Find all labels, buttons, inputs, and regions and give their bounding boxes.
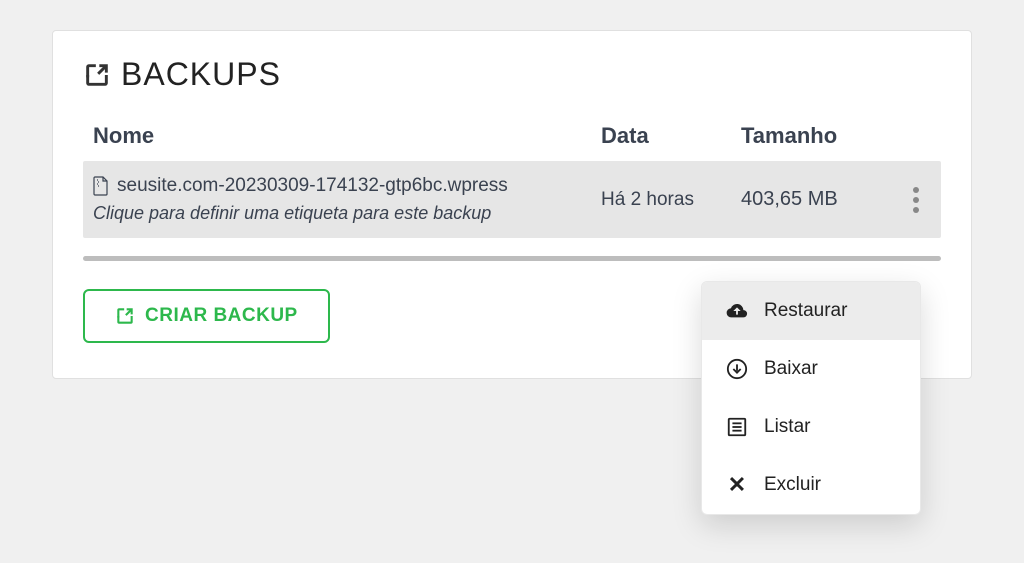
column-size: Tamanho — [741, 123, 901, 149]
backups-card: BACKUPS Nome Data Tamanho seusite.com-20… — [52, 30, 972, 379]
dropdown-restore-label: Restaurar — [764, 300, 847, 322]
dropdown-download-label: Baixar — [764, 358, 818, 380]
cell-size: 403,65 MB — [741, 188, 901, 211]
download-circle-icon — [726, 358, 748, 380]
cell-actions — [901, 183, 931, 217]
file-label-hint[interactable]: Clique para definir uma etiqueta para es… — [93, 203, 601, 224]
column-name: Nome — [93, 123, 601, 149]
table-row[interactable]: seusite.com-20230309-174132-gtp6bc.wpres… — [83, 161, 941, 238]
dropdown-restore[interactable]: Restaurar — [702, 282, 920, 340]
export-icon — [115, 306, 135, 326]
page-title: BACKUPS — [121, 56, 281, 93]
list-icon — [726, 416, 748, 438]
column-actions — [901, 123, 931, 149]
file-name: seusite.com-20230309-174132-gtp6bc.wpres… — [117, 175, 508, 197]
table-divider — [83, 256, 941, 261]
column-date: Data — [601, 123, 741, 149]
cell-date: Há 2 horas — [601, 189, 741, 211]
backups-table: Nome Data Tamanho seusite.com-20230309-1… — [83, 123, 941, 261]
dropdown-delete-label: Excluir — [764, 474, 821, 496]
dropdown-list[interactable]: Listar — [702, 398, 920, 456]
close-icon: ✕ — [726, 474, 748, 496]
cloud-upload-icon — [726, 300, 748, 322]
export-icon — [83, 61, 111, 89]
row-actions-menu-button[interactable] — [909, 183, 923, 217]
table-header: Nome Data Tamanho — [83, 123, 941, 161]
cell-name: seusite.com-20230309-174132-gtp6bc.wpres… — [93, 175, 601, 224]
row-actions-dropdown: Restaurar Baixar Listar ✕ Excluir — [701, 281, 921, 515]
file-archive-icon — [93, 176, 109, 196]
create-backup-button[interactable]: CRIAR BACKUP — [83, 289, 330, 343]
dropdown-list-label: Listar — [764, 416, 810, 438]
card-header: BACKUPS — [83, 56, 941, 93]
file-name-row: seusite.com-20230309-174132-gtp6bc.wpres… — [93, 175, 601, 197]
dropdown-download[interactable]: Baixar — [702, 340, 920, 398]
create-backup-label: CRIAR BACKUP — [145, 305, 298, 327]
dropdown-delete[interactable]: ✕ Excluir — [702, 456, 920, 514]
